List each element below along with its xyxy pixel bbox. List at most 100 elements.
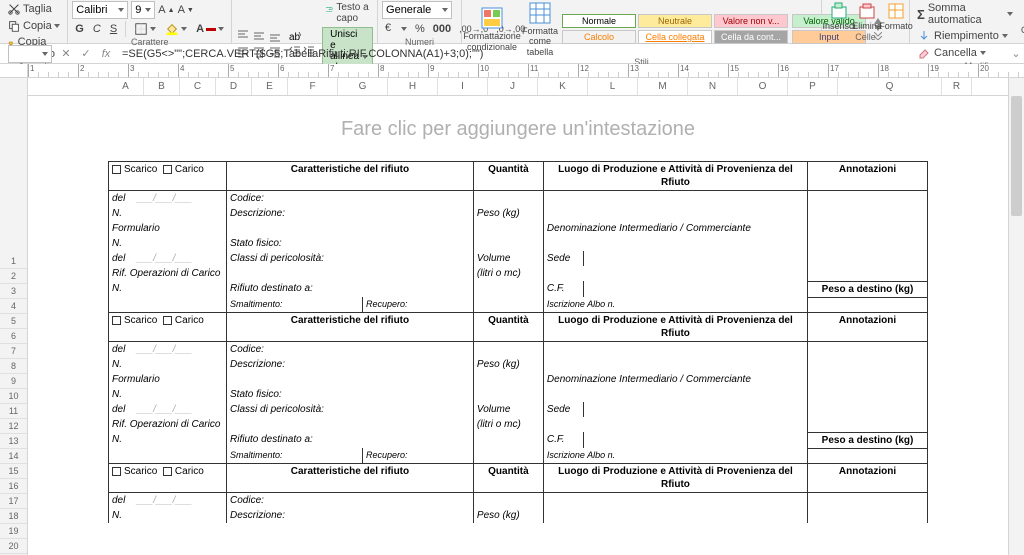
- row-header[interactable]: 18: [0, 509, 27, 524]
- group-alignment: ab Testo a capo Unisci e allinea al cent…: [232, 0, 378, 43]
- column-header[interactable]: O: [738, 78, 788, 95]
- align-bottom-button[interactable]: [268, 29, 282, 43]
- conditional-formatting-button[interactable]: Formattazione condizionale: [466, 6, 518, 52]
- name-box[interactable]: [8, 45, 52, 63]
- format-label: Formato: [879, 21, 913, 31]
- column-header[interactable]: B: [144, 78, 180, 95]
- row-header[interactable]: 11: [0, 404, 27, 419]
- page-header-placeholder[interactable]: Fare clic per aggiungere un'intestazione: [108, 118, 928, 141]
- scrollbar-thumb[interactable]: [1011, 96, 1022, 216]
- column-header[interactable]: M: [638, 78, 688, 95]
- fill-label: Riempimento: [934, 30, 999, 42]
- font-name-combo[interactable]: Calibri: [72, 1, 128, 19]
- row-header[interactable]: 8: [0, 359, 27, 374]
- row-header[interactable]: 3: [0, 284, 27, 299]
- column-header[interactable]: K: [538, 78, 588, 95]
- wrap-text-button[interactable]: Testo a capo: [322, 1, 373, 25]
- row-headers[interactable]: 123456789101112131415161718192021222324: [0, 78, 28, 555]
- row-header[interactable]: 9: [0, 374, 27, 389]
- column-header[interactable]: G: [338, 78, 388, 95]
- column-header[interactable]: N: [688, 78, 738, 95]
- accept-formula-button[interactable]: ✓: [78, 47, 94, 60]
- column-header[interactable]: Q: [838, 78, 942, 95]
- column-header[interactable]: P: [788, 78, 838, 95]
- currency-button[interactable]: €: [382, 21, 410, 37]
- row-header[interactable]: 19: [0, 524, 27, 539]
- waste-register-table[interactable]: Scarico Carico Caratteristiche del rifiu…: [108, 161, 928, 523]
- style-normale[interactable]: Normale: [562, 14, 636, 28]
- cond-fmt-icon: [480, 6, 504, 30]
- column-header[interactable]: R: [942, 78, 972, 95]
- underline-button[interactable]: S: [107, 22, 120, 36]
- column-header[interactable]: A: [108, 78, 144, 95]
- orientation-button[interactable]: ab: [288, 29, 302, 43]
- row-header[interactable]: 5: [0, 314, 27, 329]
- style-valore-non-v[interactable]: Valore non v...: [714, 14, 788, 28]
- row-header[interactable]: 6: [0, 329, 27, 344]
- wrap-label: Testo a capo: [336, 2, 370, 24]
- column-header[interactable]: L: [588, 78, 638, 95]
- increase-font-button[interactable]: A▲: [158, 4, 174, 16]
- align-middle-button[interactable]: [252, 29, 266, 43]
- column-header[interactable]: H: [388, 78, 438, 95]
- style-calcolo[interactable]: Calcolo: [562, 30, 636, 44]
- cond-fmt-label1: Formattazione: [463, 31, 521, 41]
- column-header[interactable]: I: [438, 78, 488, 95]
- cut-button[interactable]: Taglia: [4, 1, 63, 17]
- row-header[interactable]: 12: [0, 419, 27, 434]
- borders-button[interactable]: [131, 21, 159, 37]
- copy-button[interactable]: Copia: [4, 18, 63, 34]
- row-header[interactable]: 2: [0, 269, 27, 284]
- row-header[interactable]: 4: [0, 299, 27, 314]
- chevron-down-icon: [145, 8, 151, 12]
- autosum-button[interactable]: ΣSomma automatica: [914, 1, 1016, 27]
- cancel-formula-button[interactable]: ✕: [58, 47, 74, 60]
- row-header[interactable]: 13: [0, 434, 27, 449]
- column-header[interactable]: E: [252, 78, 288, 95]
- font-size-combo[interactable]: 9: [131, 1, 155, 19]
- font-color-button[interactable]: A: [193, 22, 227, 36]
- formula-text: =SE(G5<>"";CERCA.VERT($G5;TabellaRifiuti…: [122, 48, 483, 60]
- style-cella-da-cont[interactable]: Cella da cont...: [714, 30, 788, 44]
- delete-cells-button[interactable]: Elimina: [854, 2, 880, 31]
- bold-button[interactable]: G: [72, 22, 87, 36]
- vertical-scrollbar[interactable]: [1008, 78, 1024, 555]
- insert-icon: [830, 2, 848, 20]
- cell-styles-gallery[interactable]: Normale Neutrale Valore non v... Calcolo…: [562, 14, 788, 44]
- style-neutrale[interactable]: Neutrale: [638, 14, 712, 28]
- row-header[interactable]: 16: [0, 479, 27, 494]
- row-header[interactable]: 15: [0, 464, 27, 479]
- formula-input[interactable]: =SE(G5<>"";CERCA.VERT($G5;TabellaRifiuti…: [118, 48, 1008, 60]
- row-header[interactable]: 10: [0, 389, 27, 404]
- row-header[interactable]: 14: [0, 449, 27, 464]
- insert-function-button[interactable]: fx: [98, 48, 114, 60]
- column-header[interactable]: J: [488, 78, 538, 95]
- thousand-sep-button[interactable]: 000: [430, 21, 454, 37]
- horizontal-ruler: 1234567891011121314151617181920: [0, 64, 1024, 78]
- percent-button[interactable]: %: [412, 21, 428, 37]
- number-format-combo[interactable]: Generale: [382, 1, 452, 19]
- insert-cells-button[interactable]: Inserisci: [826, 2, 852, 31]
- row-header[interactable]: 7: [0, 344, 27, 359]
- row-header[interactable]: 20: [0, 539, 27, 554]
- svg-text:ab: ab: [289, 32, 301, 42]
- row-header[interactable]: 1: [0, 254, 27, 269]
- style-cella-collegata[interactable]: Cella collegata: [638, 30, 712, 44]
- decrease-font-button[interactable]: A▼: [178, 4, 194, 16]
- group-number: Generale € % 000 ,00→,0 ,0→,00 Numeri: [378, 0, 462, 43]
- column-header[interactable]: F: [288, 78, 338, 95]
- column-header[interactable]: C: [180, 78, 216, 95]
- fill-button[interactable]: Riempimento: [914, 28, 1016, 44]
- currency-icon: €: [385, 22, 399, 36]
- chevron-down-icon: [401, 27, 407, 31]
- column-headers[interactable]: ABCDEFGHIJKLMNOPQR: [28, 78, 1008, 96]
- italic-button[interactable]: C: [90, 22, 104, 36]
- format-cells-button[interactable]: Formato: [882, 2, 910, 31]
- row-header[interactable]: 17: [0, 494, 27, 509]
- fill-down-icon: [917, 29, 931, 43]
- column-header[interactable]: D: [216, 78, 252, 95]
- align-top-button[interactable]: [236, 29, 250, 43]
- fill-color-button[interactable]: [162, 21, 190, 37]
- expand-formula-bar[interactable]: ⌄: [1008, 47, 1024, 60]
- chevron-down-icon: [118, 8, 124, 12]
